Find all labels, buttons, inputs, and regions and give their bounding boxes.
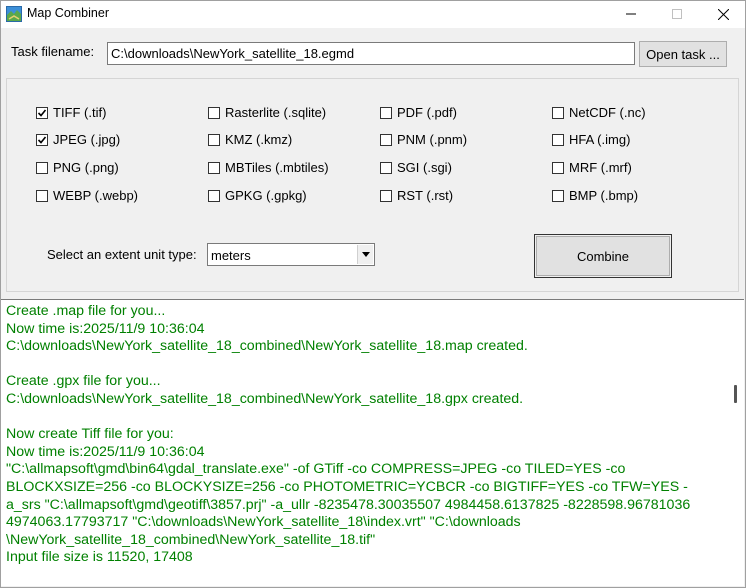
close-button[interactable]: [700, 0, 746, 28]
format-checkbox-label[interactable]: MBTiles (.mbtiles): [225, 160, 329, 175]
minimize-icon: [626, 13, 636, 15]
extent-unit-value: meters: [211, 248, 251, 263]
format-checkbox[interactable]: [36, 190, 48, 202]
chevron-down-icon[interactable]: [357, 245, 373, 264]
format-checkbox[interactable]: [208, 162, 220, 174]
task-filename-input[interactable]: C:\downloads\NewYork_satellite_18.egmd: [107, 42, 635, 65]
format-checkbox[interactable]: [552, 107, 564, 119]
log-output[interactable]: Create .map file for you... Now time is:2…: [1, 299, 744, 586]
format-checkbox[interactable]: [36, 107, 48, 119]
title-bar: Map Combiner: [0, 0, 746, 28]
checkmark-icon: [37, 109, 47, 117]
window-title: Map Combiner: [27, 6, 109, 20]
format-checkbox[interactable]: [552, 134, 564, 146]
log-line: C:\downloads\NewYork_satellite_18_combin…: [6, 390, 524, 407]
format-checkbox-label[interactable]: Rasterlite (.sqlite): [225, 105, 326, 120]
format-checkbox-label[interactable]: SGI (.sgi): [397, 160, 452, 175]
format-checkbox[interactable]: [552, 190, 564, 202]
checkmark-icon: [37, 136, 47, 144]
maximize-icon: [672, 9, 682, 19]
log-text: Create .map file for you... Now time is:2…: [6, 303, 716, 567]
log-line: Input file size is 11520, 17408: [6, 549, 193, 566]
log-line: Create .gpx file for you...: [6, 373, 161, 390]
format-checkbox[interactable]: [36, 134, 48, 146]
format-checkbox[interactable]: [36, 162, 48, 174]
minimize-button[interactable]: [608, 0, 654, 28]
format-checkbox-label[interactable]: TIFF (.tif): [53, 105, 106, 120]
format-checkbox-label[interactable]: JPEG (.jpg): [53, 132, 120, 147]
scrollbar-thumb[interactable]: [734, 385, 737, 403]
log-line: "C:\allmapsoft\gmd\bin64\gdal_translate.…: [6, 461, 626, 478]
format-checkbox[interactable]: [380, 190, 392, 202]
extent-unit-label: Select an extent unit type:: [47, 247, 197, 262]
format-checkbox[interactable]: [208, 107, 220, 119]
log-line: \NewYork_satellite_18_combined\NewYork_s…: [6, 531, 376, 548]
format-checkbox-label[interactable]: MRF (.mrf): [569, 160, 632, 175]
format-checkbox[interactable]: [208, 190, 220, 202]
log-line: Now time is:2025/11/9 10:36:04: [6, 443, 205, 460]
format-checkbox-label[interactable]: WEBP (.webp): [53, 188, 138, 203]
log-line: a_srs "C:\allmapsoft\gmd\geotiff\3857.pr…: [6, 496, 691, 513]
format-checkbox[interactable]: [380, 134, 392, 146]
task-filename-label: Task filename:: [11, 44, 95, 59]
format-checkbox-label[interactable]: GPKG (.gpkg): [225, 188, 307, 203]
combine-button[interactable]: Combine: [534, 234, 672, 278]
format-checkbox[interactable]: [208, 134, 220, 146]
format-checkbox-label[interactable]: KMZ (.kmz): [225, 132, 292, 147]
map-icon: [6, 6, 22, 22]
format-checkbox-label[interactable]: PNM (.pnm): [397, 132, 467, 147]
log-line: C:\downloads\NewYork_satellite_18_combin…: [6, 338, 528, 355]
format-checkbox[interactable]: [380, 162, 392, 174]
format-checkbox-label[interactable]: PDF (.pdf): [397, 105, 457, 120]
format-checkbox-label[interactable]: NetCDF (.nc): [569, 105, 646, 120]
format-checkbox[interactable]: [552, 162, 564, 174]
log-line: Create .map file for you...: [6, 303, 166, 319]
log-line: Now time is:2025/11/9 10:36:04: [6, 320, 205, 337]
log-line: 4974063.17793717 "C:\downloads\NewYork_s…: [6, 514, 521, 531]
close-icon: [717, 8, 729, 20]
format-checkbox-label[interactable]: RST (.rst): [397, 188, 453, 203]
format-checkbox-label[interactable]: BMP (.bmp): [569, 188, 638, 203]
log-line: Now create Tiff file for you:: [6, 426, 174, 443]
format-checkbox[interactable]: [380, 107, 392, 119]
open-task-button[interactable]: Open task ...: [639, 41, 727, 67]
format-checkbox-label[interactable]: PNG (.png): [53, 160, 119, 175]
maximize-button: [654, 0, 700, 28]
format-checkbox-label[interactable]: HFA (.img): [569, 132, 630, 147]
log-line: BLOCKXSIZE=256 -co BLOCKYSIZE=256 -co PH…: [6, 478, 688, 495]
extent-unit-select[interactable]: meters: [207, 243, 375, 266]
